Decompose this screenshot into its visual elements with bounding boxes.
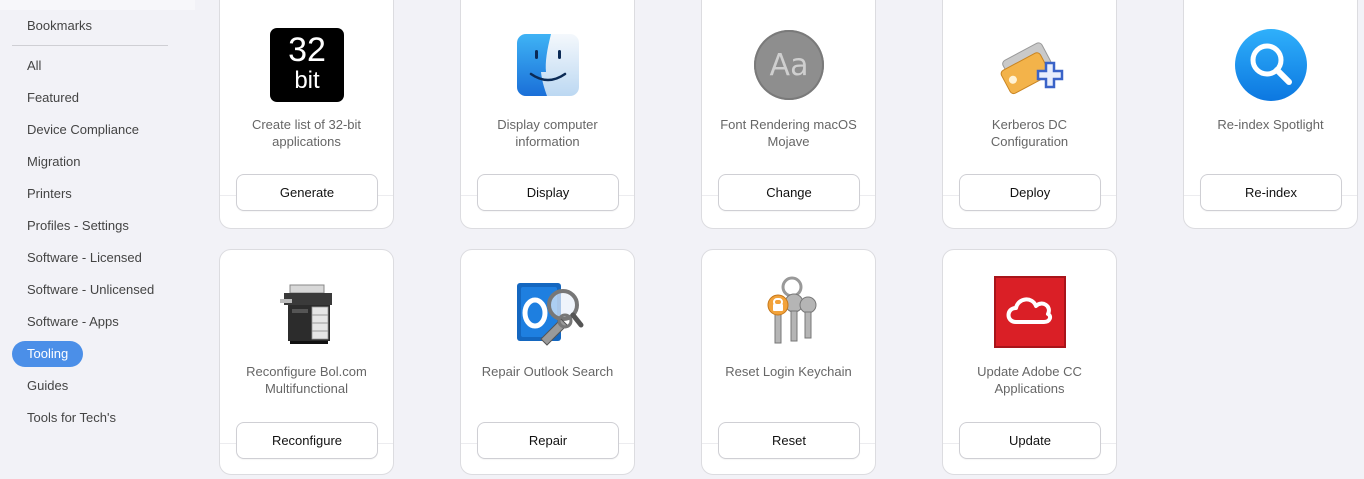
tool-card-32bit: 32 bit Create list of 32-bit application… [219,0,394,229]
font-book-icon: Aa [751,27,827,103]
card-title: Display computer information [497,117,598,149]
sidebar-item-tooling[interactable]: Tooling [12,341,84,367]
sidebar-top-edge [0,0,195,10]
tool-card-spotlight: Re-index Spotlight Re-index [1183,0,1358,229]
32bit-icon: 32 bit [269,27,345,103]
bookmarks-link[interactable]: Bookmarks [27,18,92,33]
card-title: Re-index Spotlight [1217,117,1324,132]
sidebar-item-software-apps[interactable]: Software - Apps [27,309,119,335]
keychain-icon [751,274,827,350]
outlook-repair-icon [510,274,586,350]
sidebar-item-printers[interactable]: Printers [27,181,72,207]
tool-card-font-rendering: Aa Font Rendering macOS Mojave Change [701,0,876,229]
card-title: Repair Outlook Search [481,364,614,379]
tool-card-outlook-search: Repair Outlook Search Repair [460,249,635,475]
sidebar-item-migration[interactable]: Migration [27,149,80,175]
sidebar-item-device-compliance[interactable]: Device Compliance [27,117,139,143]
sidebar-item-software-licensed[interactable]: Software - Licensed [27,245,142,271]
32bit-icon-unit: bit [294,67,320,94]
reconfigure-button[interactable]: Reconfigure [236,422,378,459]
repair-button[interactable]: Repair [477,422,619,459]
sidebar-item-software-unlicensed[interactable]: Software - Unlicensed [27,277,154,303]
tool-card-keychain: Reset Login Keychain Reset [701,249,876,475]
reindex-button[interactable]: Re-index [1200,174,1342,211]
sidebar-item-all[interactable]: All [27,53,41,79]
kerberos-tickets-icon [992,27,1068,103]
font-book-glyph: Aa [754,30,824,100]
display-button[interactable]: Display [477,174,619,211]
generate-button[interactable]: Generate [236,174,378,211]
sidebar-item-profiles-settings[interactable]: Profiles - Settings [27,213,129,239]
deploy-button[interactable]: Deploy [959,174,1101,211]
card-title: Create list of 32-bit applications [251,117,362,149]
sidebar-item-tools-for-techs[interactable]: Tools for Tech's [27,405,116,431]
update-button[interactable]: Update [959,422,1101,459]
change-button[interactable]: Change [718,174,860,211]
card-title: Kerberos DC Configuration [990,117,1069,149]
reset-button[interactable]: Reset [718,422,860,459]
adobe-cc-icon [992,274,1068,350]
tool-card-kerberos: Kerberos DC Configuration Deploy [942,0,1117,229]
sidebar-divider [12,45,168,46]
sidebar-item-guides[interactable]: Guides [27,373,68,399]
tool-card-display-info: Display computer information Display [460,0,635,229]
tool-card-adobe-cc: Update Adobe CC Applications Update [942,249,1117,475]
tool-card-printer: Reconfigure Bol.com Multifunctional Reco… [219,249,394,475]
spotlight-icon [1233,27,1309,103]
printer-icon [269,274,345,350]
card-title: Reset Login Keychain [725,364,852,379]
card-title: Update Adobe CC Applications [977,364,1082,396]
card-title: Reconfigure Bol.com Multifunctional [246,364,367,396]
card-title: Font Rendering macOS Mojave [720,117,857,149]
32bit-icon-number: 32 [288,31,326,69]
finder-icon [510,27,586,103]
sidebar: Bookmarks All Featured Device Compliance… [0,0,195,479]
sidebar-item-featured[interactable]: Featured [27,85,79,111]
